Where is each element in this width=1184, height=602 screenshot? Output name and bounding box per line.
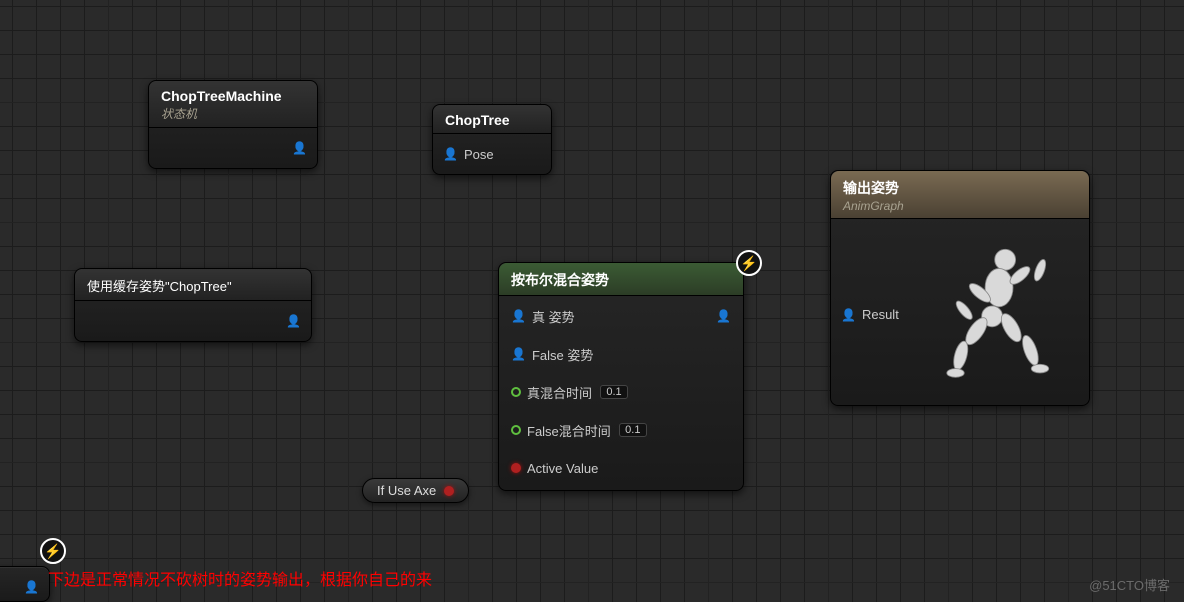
variable-label: If Use Axe	[377, 483, 436, 498]
false-blend-time-value[interactable]: 0.1	[619, 423, 647, 437]
node-subtitle: 状态机	[161, 105, 305, 122]
bool-out-pin[interactable]	[444, 486, 454, 496]
false-blend-time-pin[interactable]	[511, 425, 521, 435]
fast-path-icon: ⚡	[40, 538, 66, 564]
fast-path-icon: ⚡	[736, 250, 762, 276]
node-header: 输出姿势 AnimGraph	[831, 171, 1089, 219]
watermark: @51CTO博客	[1089, 575, 1170, 594]
node-offscreen[interactable]: 👤	[0, 566, 50, 602]
true-blend-time-value[interactable]: 0.1	[600, 385, 628, 399]
node-title: ChopTree	[445, 112, 539, 128]
node-choptree[interactable]: ChopTree 👤 Pose	[432, 104, 552, 175]
node-blend-by-bool[interactable]: 按布尔混合姿势 👤 真 姿势 👤 👤 False 姿势 真混合时间 0.1 Fa…	[498, 262, 744, 491]
node-title: 使用缓存姿势"ChopTree"	[87, 276, 299, 295]
node-output-pose[interactable]: 输出姿势 AnimGraph 👤 Result	[830, 170, 1090, 406]
node-title: ChopTreeMachine	[161, 88, 305, 104]
node-header: ChopTree	[433, 105, 551, 134]
true-blend-time-label: 真混合时间	[527, 383, 592, 402]
false-pose-in-icon[interactable]: 👤	[511, 347, 526, 361]
false-pose-label: False 姿势	[532, 345, 593, 364]
pose-out-icon[interactable]: 👤	[716, 309, 731, 323]
node-header: 按布尔混合姿势	[499, 263, 743, 296]
active-value-label: Active Value	[527, 461, 598, 476]
true-pose-in-icon[interactable]: 👤	[511, 309, 526, 323]
pose-label: Pose	[464, 147, 494, 162]
active-value-pin[interactable]	[511, 463, 521, 473]
node-subtitle: AnimGraph	[843, 199, 1077, 213]
result-label: Result	[862, 307, 899, 322]
pose-out-icon: 👤	[24, 580, 39, 594]
annotation-text: 下边是正常情况不砍树时的姿势输出，根据你自己的来	[48, 566, 432, 590]
node-title: 输出姿势	[843, 178, 1077, 198]
node-header: ChopTreeMachine 状态机	[149, 81, 317, 128]
pose-in-icon: 👤	[443, 147, 458, 161]
node-title: 按布尔混合姿势	[511, 270, 731, 290]
true-blend-time-pin[interactable]	[511, 387, 521, 397]
false-blend-time-label: False混合时间	[527, 421, 611, 440]
node-cached-pose[interactable]: 使用缓存姿势"ChopTree" 👤	[74, 268, 312, 342]
node-header: 使用缓存姿势"ChopTree"	[75, 269, 311, 301]
node-choptree-machine[interactable]: ChopTreeMachine 状态机 👤	[148, 80, 318, 169]
pose-out-icon: 👤	[286, 314, 301, 328]
pose-out-icon: 👤	[292, 141, 307, 155]
variable-if-use-axe[interactable]: If Use Axe	[362, 478, 469, 503]
result-in-icon[interactable]: 👤	[841, 308, 856, 322]
true-pose-label: 真 姿势	[532, 307, 575, 326]
mannequin-preview	[905, 227, 1079, 397]
